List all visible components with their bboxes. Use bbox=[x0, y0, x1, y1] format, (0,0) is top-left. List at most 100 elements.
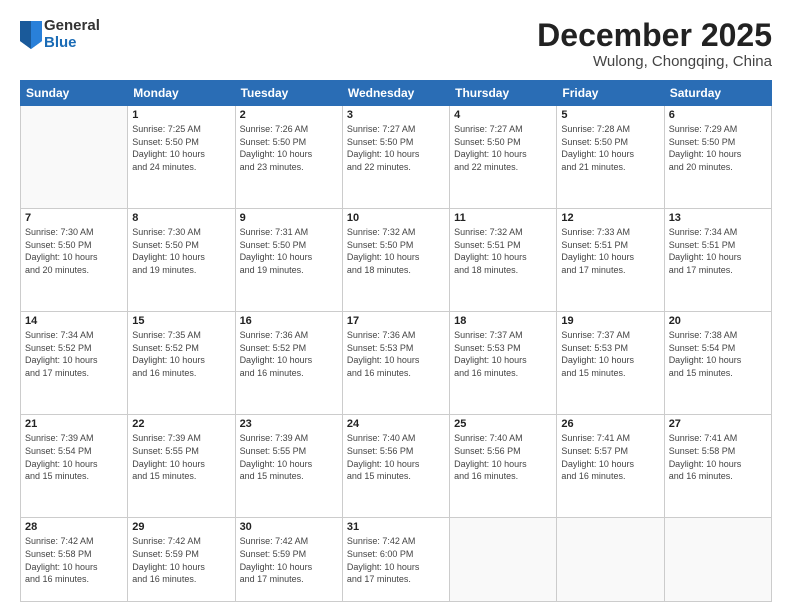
day-info: Sunrise: 7:27 AMSunset: 5:50 PMDaylight:… bbox=[347, 123, 445, 173]
day-info: Sunrise: 7:32 AMSunset: 5:50 PMDaylight:… bbox=[347, 226, 445, 276]
day-info: Sunrise: 7:42 AMSunset: 5:59 PMDaylight:… bbox=[240, 535, 338, 585]
table-row: 23 Sunrise: 7:39 AMSunset: 5:55 PMDayligh… bbox=[235, 415, 342, 518]
table-row: 21 Sunrise: 7:39 AMSunset: 5:54 PMDayligh… bbox=[21, 415, 128, 518]
day-number: 25 bbox=[454, 418, 552, 430]
day-info: Sunrise: 7:30 AMSunset: 5:50 PMDaylight:… bbox=[25, 226, 123, 276]
day-number: 2 bbox=[240, 109, 338, 121]
logo-general: General bbox=[44, 18, 100, 35]
day-number: 4 bbox=[454, 109, 552, 121]
month-title: December 2025 bbox=[537, 18, 772, 53]
table-row bbox=[21, 106, 128, 209]
table-row: 16Sunrise: 7:36 AMSunset: 5:52 PMDayligh… bbox=[235, 312, 342, 415]
table-row: 3Sunrise: 7:27 AMSunset: 5:50 PMDaylight… bbox=[342, 106, 449, 209]
day-info: Sunrise: 7:29 AMSunset: 5:50 PMDaylight:… bbox=[669, 123, 767, 173]
day-number: 17 bbox=[347, 315, 445, 327]
table-row: 8Sunrise: 7:30 AMSunset: 5:50 PMDaylight… bbox=[128, 209, 235, 312]
day-number: 23 bbox=[240, 418, 338, 430]
day-number: 29 bbox=[132, 521, 230, 533]
day-number: 27 bbox=[669, 418, 767, 430]
day-number: 7 bbox=[25, 212, 123, 224]
day-number: 15 bbox=[132, 315, 230, 327]
calendar-header-row: Sunday Monday Tuesday Wednesday Thursday… bbox=[21, 81, 772, 106]
day-info: Sunrise: 7:42 AMSunset: 5:58 PMDaylight:… bbox=[25, 535, 123, 585]
calendar-table: Sunday Monday Tuesday Wednesday Thursday… bbox=[20, 80, 772, 602]
day-info: Sunrise: 7:37 AMSunset: 5:53 PMDaylight:… bbox=[454, 329, 552, 379]
day-info: Sunrise: 7:28 AMSunset: 5:50 PMDaylight:… bbox=[561, 123, 659, 173]
day-number: 30 bbox=[240, 521, 338, 533]
calendar-week-row: 14 Sunrise: 7:34 AMSunset: 5:52 PMDayligh… bbox=[21, 312, 772, 415]
day-info: Sunrise: 7:39 AMSunset: 5:54 PMDaylight:… bbox=[25, 432, 123, 482]
day-number: 14 bbox=[25, 315, 123, 327]
day-info: Sunrise: 7:32 AMSunset: 5:51 PMDaylight:… bbox=[454, 226, 552, 276]
header: General Blue December 2025 Wulong, Chong… bbox=[20, 18, 772, 70]
table-row: 2 Sunrise: 7:26 AMSunset: 5:50 PMDaylight… bbox=[235, 106, 342, 209]
day-number: 18 bbox=[454, 315, 552, 327]
table-row: 4Sunrise: 7:27 AMSunset: 5:50 PMDaylight… bbox=[450, 106, 557, 209]
day-number: 1 bbox=[132, 109, 230, 121]
day-info: Sunrise: 7:42 AMSunset: 6:00 PMDaylight:… bbox=[347, 535, 445, 585]
day-number: 28 bbox=[25, 521, 123, 533]
col-saturday: Saturday bbox=[664, 81, 771, 106]
calendar-week-row: 28 Sunrise: 7:42 AMSunset: 5:58 PMDayligh… bbox=[21, 518, 772, 602]
table-row: 27 Sunrise: 7:41 AMSunset: 5:58 PMDayligh… bbox=[664, 415, 771, 518]
table-row: 24Sunrise: 7:40 AMSunset: 5:56 PMDayligh… bbox=[342, 415, 449, 518]
table-row bbox=[450, 518, 557, 602]
day-info: Sunrise: 7:40 AMSunset: 5:56 PMDaylight:… bbox=[454, 432, 552, 482]
table-row: 30 Sunrise: 7:42 AMSunset: 5:59 PMDayligh… bbox=[235, 518, 342, 602]
day-info: Sunrise: 7:33 AMSunset: 5:51 PMDaylight:… bbox=[561, 226, 659, 276]
table-row: 1 Sunrise: 7:25 AMSunset: 5:50 PMDaylight… bbox=[128, 106, 235, 209]
calendar-week-row: 7 Sunrise: 7:30 AMSunset: 5:50 PMDaylight… bbox=[21, 209, 772, 312]
table-row bbox=[664, 518, 771, 602]
table-row: 7 Sunrise: 7:30 AMSunset: 5:50 PMDaylight… bbox=[21, 209, 128, 312]
day-number: 26 bbox=[561, 418, 659, 430]
day-number: 6 bbox=[669, 109, 767, 121]
table-row: 15 Sunrise: 7:35 AMSunset: 5:52 PMDayligh… bbox=[128, 312, 235, 415]
table-row: 5 Sunrise: 7:28 AMSunset: 5:50 PMDaylight… bbox=[557, 106, 664, 209]
day-number: 5 bbox=[561, 109, 659, 121]
table-row: 12 Sunrise: 7:33 AMSunset: 5:51 PMDayligh… bbox=[557, 209, 664, 312]
day-number: 21 bbox=[25, 418, 123, 430]
col-wednesday: Wednesday bbox=[342, 81, 449, 106]
day-info: Sunrise: 7:36 AMSunset: 5:53 PMDaylight:… bbox=[347, 329, 445, 379]
table-row: 20Sunrise: 7:38 AMSunset: 5:54 PMDayligh… bbox=[664, 312, 771, 415]
day-info: Sunrise: 7:37 AMSunset: 5:53 PMDaylight:… bbox=[561, 329, 659, 379]
table-row: 26 Sunrise: 7:41 AMSunset: 5:57 PMDayligh… bbox=[557, 415, 664, 518]
table-row: 10 Sunrise: 7:32 AMSunset: 5:50 PMDayligh… bbox=[342, 209, 449, 312]
day-number: 11 bbox=[454, 212, 552, 224]
table-row: 28 Sunrise: 7:42 AMSunset: 5:58 PMDayligh… bbox=[21, 518, 128, 602]
day-number: 31 bbox=[347, 521, 445, 533]
table-row: 18 Sunrise: 7:37 AMSunset: 5:53 PMDayligh… bbox=[450, 312, 557, 415]
day-info: Sunrise: 7:39 AMSunset: 5:55 PMDaylight:… bbox=[240, 432, 338, 482]
table-row: 9Sunrise: 7:31 AMSunset: 5:50 PMDaylight… bbox=[235, 209, 342, 312]
table-row: 14 Sunrise: 7:34 AMSunset: 5:52 PMDayligh… bbox=[21, 312, 128, 415]
title-block: December 2025 Wulong, Chongqing, China bbox=[537, 18, 772, 70]
table-row: 17 Sunrise: 7:36 AMSunset: 5:53 PMDayligh… bbox=[342, 312, 449, 415]
day-info: Sunrise: 7:34 AMSunset: 5:52 PMDaylight:… bbox=[25, 329, 123, 379]
page: General Blue December 2025 Wulong, Chong… bbox=[0, 0, 792, 612]
calendar-week-row: 1 Sunrise: 7:25 AMSunset: 5:50 PMDaylight… bbox=[21, 106, 772, 209]
col-tuesday: Tuesday bbox=[235, 81, 342, 106]
logo: General Blue bbox=[20, 18, 100, 51]
day-number: 10 bbox=[347, 212, 445, 224]
logo-blue: Blue bbox=[44, 35, 100, 52]
day-info: Sunrise: 7:26 AMSunset: 5:50 PMDaylight:… bbox=[240, 123, 338, 173]
col-monday: Monday bbox=[128, 81, 235, 106]
day-info: Sunrise: 7:35 AMSunset: 5:52 PMDaylight:… bbox=[132, 329, 230, 379]
table-row: 31 Sunrise: 7:42 AMSunset: 6:00 PMDayligh… bbox=[342, 518, 449, 602]
table-row: 22Sunrise: 7:39 AMSunset: 5:55 PMDayligh… bbox=[128, 415, 235, 518]
day-number: 13 bbox=[669, 212, 767, 224]
logo-icon bbox=[20, 21, 42, 49]
table-row: 19 Sunrise: 7:37 AMSunset: 5:53 PMDayligh… bbox=[557, 312, 664, 415]
table-row: 25 Sunrise: 7:40 AMSunset: 5:56 PMDayligh… bbox=[450, 415, 557, 518]
day-number: 12 bbox=[561, 212, 659, 224]
day-info: Sunrise: 7:42 AMSunset: 5:59 PMDaylight:… bbox=[132, 535, 230, 585]
day-info: Sunrise: 7:39 AMSunset: 5:55 PMDaylight:… bbox=[132, 432, 230, 482]
day-info: Sunrise: 7:25 AMSunset: 5:50 PMDaylight:… bbox=[132, 123, 230, 173]
day-number: 19 bbox=[561, 315, 659, 327]
day-info: Sunrise: 7:41 AMSunset: 5:58 PMDaylight:… bbox=[669, 432, 767, 482]
day-number: 20 bbox=[669, 315, 767, 327]
day-number: 8 bbox=[132, 212, 230, 224]
day-info: Sunrise: 7:34 AMSunset: 5:51 PMDaylight:… bbox=[669, 226, 767, 276]
day-info: Sunrise: 7:41 AMSunset: 5:57 PMDaylight:… bbox=[561, 432, 659, 482]
table-row: 29 Sunrise: 7:42 AMSunset: 5:59 PMDayligh… bbox=[128, 518, 235, 602]
